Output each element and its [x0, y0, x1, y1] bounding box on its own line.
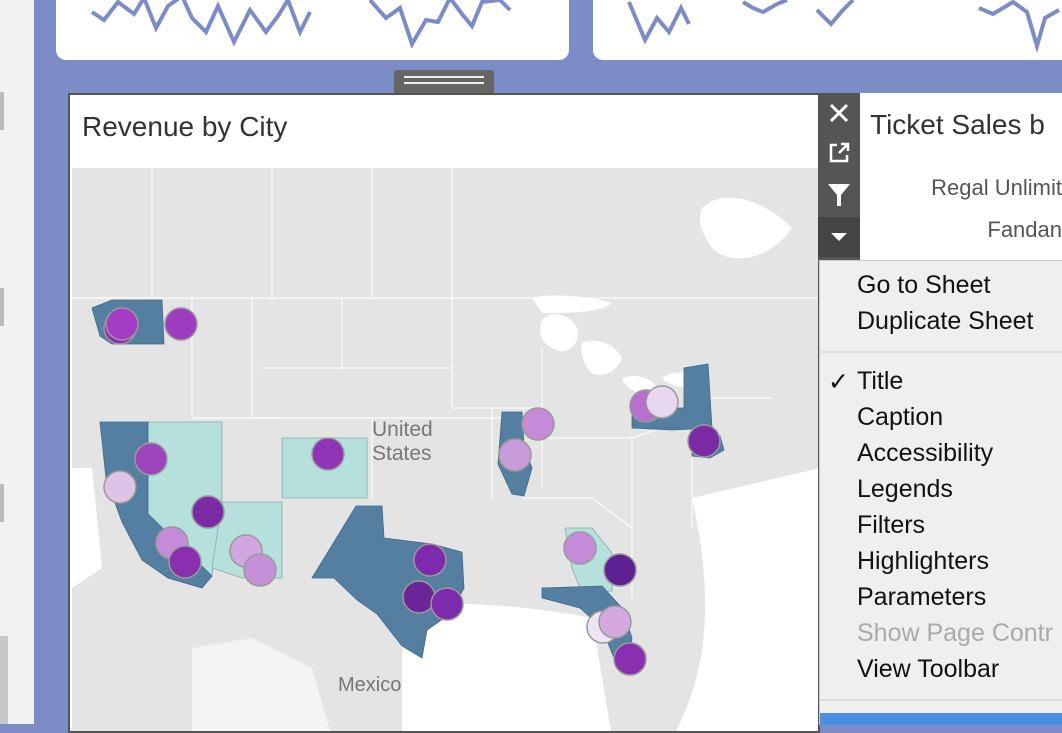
- drag-handle[interactable]: [394, 70, 494, 94]
- city-circle[interactable]: [563, 531, 597, 565]
- city-circle[interactable]: [613, 642, 647, 676]
- city-circle[interactable]: [103, 470, 137, 504]
- city-circle[interactable]: [413, 543, 447, 577]
- revenue-map-sheet[interactable]: Revenue by City United States Mexico: [68, 93, 820, 733]
- city-circle[interactable]: [598, 605, 632, 639]
- city-circle[interactable]: [105, 307, 139, 341]
- sparkline-card-left[interactable]: [56, 0, 569, 60]
- menu-item-duplicate-sheet[interactable]: Duplicate Sheet: [857, 307, 1034, 336]
- menu-item-title[interactable]: Title: [857, 367, 903, 396]
- sheet-toolbar: [818, 93, 860, 261]
- sheet-title: Revenue by City: [82, 111, 288, 142]
- sparkline-chart: [90, 0, 512, 49]
- menu-item-caption[interactable]: Caption: [857, 403, 943, 432]
- close-button[interactable]: [818, 93, 860, 133]
- menu-item-view-toolbar[interactable]: View Toolbar: [857, 655, 999, 684]
- more-options-button[interactable]: [818, 217, 860, 257]
- menu-item-highlighters[interactable]: Highlighters: [857, 547, 989, 576]
- city-circle[interactable]: [603, 553, 637, 587]
- external-link-icon: [829, 142, 850, 163]
- country-label-mexico: Mexico: [338, 674, 401, 696]
- menu-item-show-page-controls: Show Page Contr: [857, 619, 1053, 647]
- menu-item-highlighted[interactable]: [820, 713, 1062, 725]
- country-label-line2: States: [372, 442, 432, 465]
- city-circle[interactable]: [134, 442, 168, 476]
- us-map[interactable]: United States Mexico: [72, 168, 820, 733]
- city-circle[interactable]: [191, 495, 225, 529]
- city-circle[interactable]: [498, 438, 532, 472]
- left-panel-marker: [0, 288, 4, 326]
- city-circle[interactable]: [311, 437, 345, 471]
- city-circle[interactable]: [164, 307, 198, 341]
- close-icon: [829, 103, 849, 123]
- city-circle[interactable]: [402, 580, 436, 614]
- sparkline-chart: [627, 0, 1060, 54]
- row-label: Regal Unlimit: [931, 175, 1062, 200]
- city-circle[interactable]: [168, 545, 202, 579]
- checkmark-icon: ✓: [828, 368, 849, 396]
- menu-item-parameters[interactable]: Parameters: [857, 583, 986, 612]
- city-circle[interactable]: [430, 587, 464, 621]
- menu-item-accessibility[interactable]: Accessibility: [857, 439, 993, 468]
- city-circle[interactable]: [645, 385, 679, 419]
- menu-separator: [820, 699, 1062, 701]
- ticket-sales-sheet[interactable]: Ticket Sales b Regal Unlimit Fandan: [860, 93, 1062, 263]
- city-circle[interactable]: [521, 407, 555, 441]
- city-circle[interactable]: [687, 424, 721, 458]
- left-panel-marker: [0, 636, 8, 724]
- menu-item-go-to-sheet[interactable]: Go to Sheet: [857, 271, 990, 300]
- chevron-down-icon: [831, 233, 847, 241]
- row-label: Fandan: [987, 217, 1062, 242]
- left-panel-strip: [0, 0, 34, 724]
- menu-item-filters[interactable]: Filters: [857, 511, 925, 540]
- menu-separator: [820, 351, 1062, 353]
- filter-icon: [828, 184, 850, 206]
- left-panel-marker: [0, 484, 4, 522]
- country-label-line1: United: [372, 418, 433, 441]
- sheet-title: Ticket Sales b: [870, 109, 1045, 140]
- left-panel-marker: [0, 92, 4, 130]
- sparkline-card-right[interactable]: [593, 0, 1062, 60]
- sheet-context-menu: Go to Sheet Duplicate Sheet ✓ Title Capt…: [819, 260, 1062, 725]
- use-as-filter-button[interactable]: [818, 175, 860, 215]
- open-in-new-button[interactable]: [818, 133, 860, 173]
- city-circle[interactable]: [243, 553, 277, 587]
- menu-item-legends[interactable]: Legends: [857, 475, 953, 504]
